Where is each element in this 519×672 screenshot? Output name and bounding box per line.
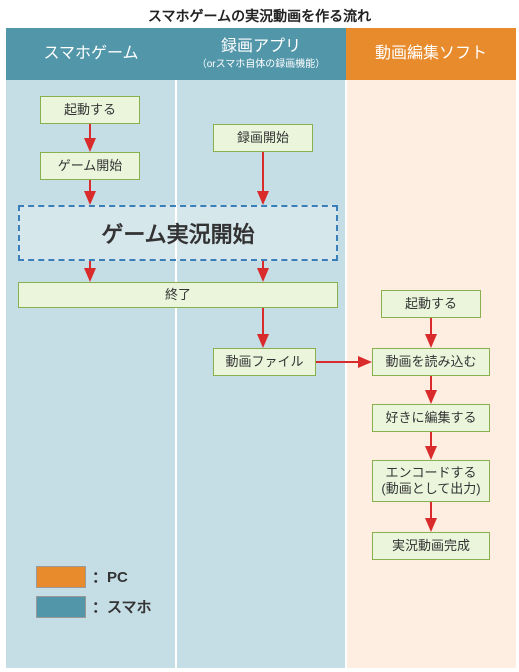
column-header-label: 録画アプリ bbox=[221, 37, 301, 56]
flowchart-canvas: スマホゲームの実況動画を作る流れ スマホゲーム 録画アプリ （orスマホ自体の録… bbox=[0, 0, 519, 672]
node-gameplay-recording: ゲーム実況開始 bbox=[18, 205, 338, 261]
node-end: 終了 bbox=[18, 282, 338, 308]
column-divider bbox=[345, 28, 347, 668]
column-header-label: 動画編集ソフト bbox=[375, 44, 487, 63]
column-header-recording-app: 録画アプリ （orスマホ自体の録画機能） bbox=[176, 28, 346, 80]
legend-swatch-phone bbox=[36, 596, 86, 618]
node-done: 実況動画完成 bbox=[372, 532, 490, 560]
column-header-smartphone-game: スマホゲーム bbox=[6, 28, 176, 80]
legend-swatch-pc bbox=[36, 566, 86, 588]
node-launch-game: 起動する bbox=[40, 96, 140, 124]
diagram-title: スマホゲームの実況動画を作る流れ bbox=[0, 6, 519, 26]
node-edit: 好きに編集する bbox=[372, 404, 490, 432]
column-header-sublabel: （orスマホ自体の録画機能） bbox=[197, 59, 326, 71]
column-header-label: スマホゲーム bbox=[43, 44, 138, 63]
legend-label-pc: ：PC bbox=[92, 566, 128, 587]
column-divider bbox=[175, 28, 177, 668]
node-load-video: 動画を読み込む bbox=[372, 348, 490, 376]
node-start-recording: 録画開始 bbox=[213, 124, 313, 152]
node-video-file: 動画ファイル bbox=[213, 348, 316, 376]
legend-label-phone: ：スマホ bbox=[92, 596, 152, 617]
column-header-video-editor: 動画編集ソフト bbox=[346, 28, 516, 80]
node-encode: エンコードする (動画として出力) bbox=[372, 460, 490, 502]
column-bg-smartphone-game bbox=[6, 28, 176, 668]
node-start-game: ゲーム開始 bbox=[40, 152, 140, 180]
node-launch-editor: 起動する bbox=[381, 290, 481, 318]
